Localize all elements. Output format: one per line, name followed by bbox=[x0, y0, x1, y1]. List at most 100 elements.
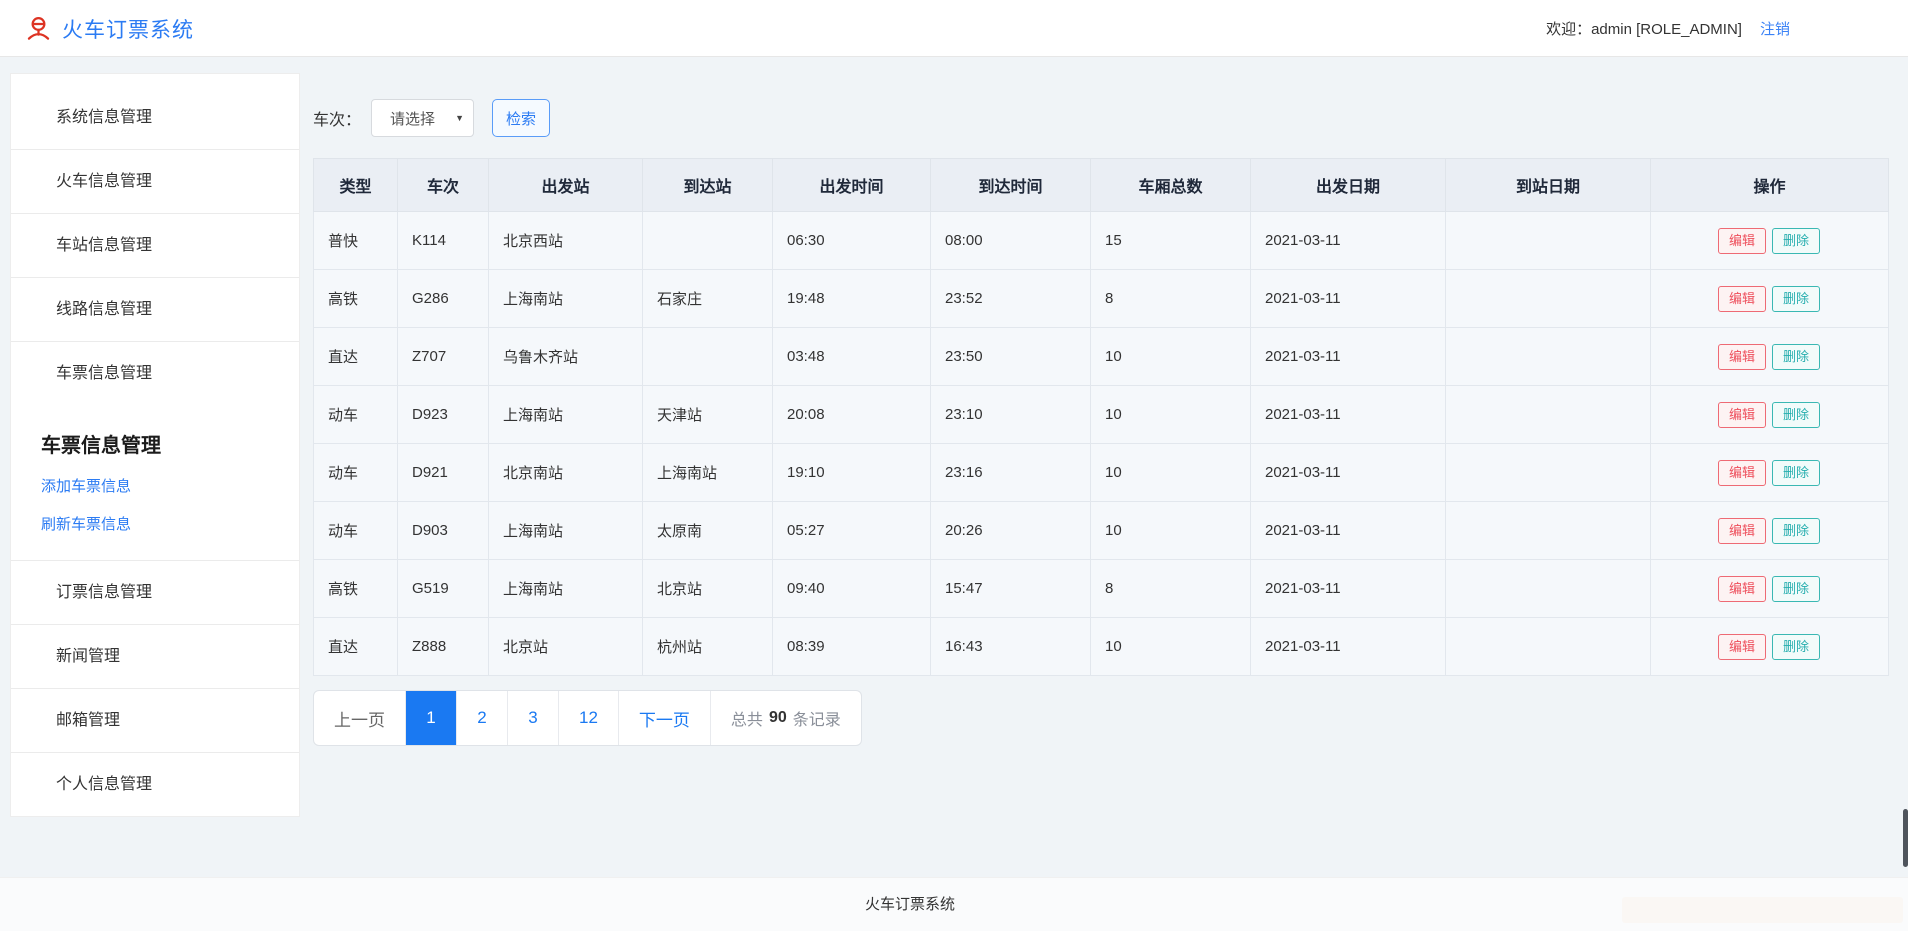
pagination-page-3[interactable]: 3 bbox=[508, 691, 559, 745]
cell-train-no: D921 bbox=[398, 444, 489, 502]
sidebar-section-link[interactable]: 刷新车票信息 bbox=[41, 513, 299, 534]
table-row: 普快K114北京西站06:3008:00152021-03-11编辑删除 bbox=[314, 212, 1889, 270]
cell-depart-date: 2021-03-11 bbox=[1251, 212, 1446, 270]
cell-depart-time: 19:48 bbox=[773, 270, 931, 328]
cell-carriage-count: 10 bbox=[1091, 444, 1251, 502]
cell-arrive-station: 石家庄 bbox=[643, 270, 773, 328]
cell-depart-date: 2021-03-11 bbox=[1251, 560, 1446, 618]
train-select[interactable]: 请选择 ▼ bbox=[371, 99, 474, 137]
cell-depart-date: 2021-03-11 bbox=[1251, 386, 1446, 444]
brand[interactable]: 火车订票系统 bbox=[25, 0, 194, 57]
logout-link[interactable]: 注销 bbox=[1760, 18, 1790, 39]
main-panel: 车次： 请选择 ▼ 检索 类型车次出发站到达站出发时间到达时间车厢总数出发日期到… bbox=[313, 57, 1888, 746]
cell-depart-station: 上海南站 bbox=[489, 386, 643, 444]
column-header: 车厢总数 bbox=[1091, 159, 1251, 212]
delete-button[interactable]: 删除 bbox=[1772, 576, 1820, 602]
cell-depart-station: 北京站 bbox=[489, 618, 643, 676]
pagination-prev-button[interactable]: 上一页 bbox=[314, 691, 406, 745]
cell-train-no: G286 bbox=[398, 270, 489, 328]
sidebar-item[interactable]: 火车信息管理 bbox=[11, 150, 299, 214]
column-header: 出发时间 bbox=[773, 159, 931, 212]
cell-arrive-station: 杭州站 bbox=[643, 618, 773, 676]
cell-type: 动车 bbox=[314, 444, 398, 502]
column-header: 出发日期 bbox=[1251, 159, 1446, 212]
cell-arrive-station: 太原南 bbox=[643, 502, 773, 560]
edit-button[interactable]: 编辑 bbox=[1718, 286, 1766, 312]
sidebar-item[interactable]: 订票信息管理 bbox=[11, 561, 299, 625]
table-row: 动车D923上海南站天津站20:0823:10102021-03-11编辑删除 bbox=[314, 386, 1889, 444]
sidebar-item[interactable]: 系统信息管理 bbox=[11, 86, 299, 150]
delete-button[interactable]: 删除 bbox=[1772, 460, 1820, 486]
pagination-page-12[interactable]: 12 bbox=[559, 691, 619, 745]
edit-button[interactable]: 编辑 bbox=[1718, 344, 1766, 370]
cell-actions: 编辑删除 bbox=[1651, 560, 1889, 618]
cell-arrive-station: 上海南站 bbox=[643, 444, 773, 502]
sidebar-item[interactable]: 新闻管理 bbox=[11, 625, 299, 689]
cell-arrive-date bbox=[1446, 270, 1651, 328]
table-row: 动车D921北京南站上海南站19:1023:16102021-03-11编辑删除 bbox=[314, 444, 1889, 502]
pagination-page-1[interactable]: 1 bbox=[406, 691, 457, 745]
cell-arrive-date bbox=[1446, 386, 1651, 444]
pagination-total: 总共90条记录 bbox=[711, 691, 861, 745]
delete-button[interactable]: 删除 bbox=[1772, 286, 1820, 312]
faded-overlay-artifact bbox=[1622, 897, 1903, 923]
china-railway-logo-icon bbox=[25, 15, 52, 42]
sidebar-item[interactable]: 邮箱管理 bbox=[11, 689, 299, 753]
edit-button[interactable]: 编辑 bbox=[1718, 402, 1766, 428]
pagination-page-2[interactable]: 2 bbox=[457, 691, 508, 745]
cell-depart-date: 2021-03-11 bbox=[1251, 328, 1446, 386]
cell-arrive-date bbox=[1446, 560, 1651, 618]
cell-train-no: K114 bbox=[398, 212, 489, 270]
table-row: 直达Z888北京站杭州站08:3916:43102021-03-11编辑删除 bbox=[314, 618, 1889, 676]
cell-train-no: Z888 bbox=[398, 618, 489, 676]
cell-arrive-date bbox=[1446, 502, 1651, 560]
edit-button[interactable]: 编辑 bbox=[1718, 576, 1766, 602]
cell-depart-date: 2021-03-11 bbox=[1251, 444, 1446, 502]
cell-arrive-time: 20:26 bbox=[931, 502, 1091, 560]
cell-arrive-time: 23:50 bbox=[931, 328, 1091, 386]
edit-button[interactable]: 编辑 bbox=[1718, 634, 1766, 660]
column-header: 到达时间 bbox=[931, 159, 1091, 212]
column-header: 类型 bbox=[314, 159, 398, 212]
cell-actions: 编辑删除 bbox=[1651, 328, 1889, 386]
delete-button[interactable]: 删除 bbox=[1772, 518, 1820, 544]
edit-button[interactable]: 编辑 bbox=[1718, 518, 1766, 544]
edit-button[interactable]: 编辑 bbox=[1718, 460, 1766, 486]
delete-button[interactable]: 删除 bbox=[1772, 228, 1820, 254]
sidebar-item[interactable]: 线路信息管理 bbox=[11, 278, 299, 342]
search-button[interactable]: 检索 bbox=[492, 99, 550, 137]
sidebar-item[interactable]: 车站信息管理 bbox=[11, 214, 299, 278]
pagination-total-prefix: 总共 bbox=[731, 706, 763, 730]
cell-arrive-date bbox=[1446, 618, 1651, 676]
train-select-value: 请选择 bbox=[390, 108, 435, 129]
delete-button[interactable]: 删除 bbox=[1772, 402, 1820, 428]
cell-arrive-station bbox=[643, 212, 773, 270]
cell-depart-station: 上海南站 bbox=[489, 560, 643, 618]
vertical-scrollbar-thumb[interactable] bbox=[1903, 809, 1908, 867]
cell-carriage-count: 10 bbox=[1091, 328, 1251, 386]
edit-button[interactable]: 编辑 bbox=[1718, 228, 1766, 254]
cell-arrive-time: 23:10 bbox=[931, 386, 1091, 444]
cell-train-no: D903 bbox=[398, 502, 489, 560]
table-row: 直达Z707乌鲁木齐站03:4823:50102021-03-11编辑删除 bbox=[314, 328, 1889, 386]
sidebar: 系统信息管理火车信息管理车站信息管理线路信息管理车票信息管理 车票信息管理 添加… bbox=[10, 73, 300, 817]
sidebar-section-title: 车票信息管理 bbox=[41, 429, 299, 458]
column-header: 操作 bbox=[1651, 159, 1889, 212]
sidebar-item[interactable]: 车票信息管理 bbox=[11, 342, 299, 405]
cell-depart-time: 05:27 bbox=[773, 502, 931, 560]
sidebar-item[interactable]: 个人信息管理 bbox=[11, 753, 299, 816]
pagination-next-button[interactable]: 下一页 bbox=[619, 691, 711, 745]
sidebar-section-link[interactable]: 添加车票信息 bbox=[41, 475, 299, 496]
delete-button[interactable]: 删除 bbox=[1772, 344, 1820, 370]
cell-depart-time: 03:48 bbox=[773, 328, 931, 386]
cell-arrive-date bbox=[1446, 212, 1651, 270]
cell-depart-time: 09:40 bbox=[773, 560, 931, 618]
welcome-text: 欢迎：admin [ROLE_ADMIN] bbox=[1546, 18, 1742, 39]
table-row: 高铁G519上海南站北京站09:4015:4782021-03-11编辑删除 bbox=[314, 560, 1889, 618]
footer-text: 火车订票系统 bbox=[0, 878, 1820, 931]
cell-depart-station: 乌鲁木齐站 bbox=[489, 328, 643, 386]
top-bar: 火车订票系统 欢迎：admin [ROLE_ADMIN] 注销 bbox=[0, 0, 1908, 57]
cell-depart-date: 2021-03-11 bbox=[1251, 502, 1446, 560]
cell-depart-station: 上海南站 bbox=[489, 502, 643, 560]
delete-button[interactable]: 删除 bbox=[1772, 634, 1820, 660]
